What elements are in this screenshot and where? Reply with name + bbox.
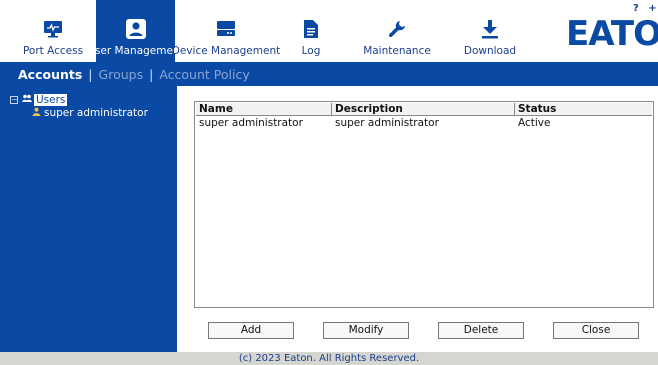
wrench-icon [387, 17, 407, 41]
column-header-description[interactable]: Description [332, 103, 515, 115]
tab-account-policy[interactable]: Account Policy [159, 67, 249, 82]
nav-maintenance[interactable]: Maintenance [362, 0, 432, 62]
users-group-icon [22, 94, 32, 106]
table-row[interactable]: super administrator super administrator … [196, 117, 652, 130]
nav-label: Download [463, 45, 517, 57]
delete-button[interactable]: Delete [438, 322, 524, 339]
cell-description: super administrator [335, 117, 439, 129]
nav-port-access[interactable]: Port Access [14, 0, 92, 62]
main-content: Name Description Status super administra… [177, 86, 658, 352]
tab-accounts[interactable]: Accounts [18, 67, 82, 82]
plus-icon[interactable]: + [648, 3, 656, 14]
accounts-table: Name Description Status super administra… [194, 101, 654, 308]
nav-label: User Management [87, 45, 184, 57]
tree-node-user[interactable]: super administrator [0, 107, 177, 119]
nav-user-management[interactable]: User Management [87, 0, 184, 62]
cell-name: super administrator [199, 117, 303, 129]
cell-status: Active [518, 117, 551, 129]
top-navigation: Port Access User Management Device Manag… [0, 0, 658, 62]
nav-label: Device Management [171, 45, 281, 57]
footer-copyright: (c) 2023 Eaton. All Rights Reserved. [0, 352, 658, 365]
column-header-name[interactable]: Name [196, 103, 332, 115]
device-icon [215, 17, 237, 41]
tab-separator: | [88, 66, 93, 82]
add-button[interactable]: Add [208, 322, 294, 339]
nav-label: Log [301, 45, 321, 57]
sub-navigation: Accounts | Groups | Account Policy [0, 62, 658, 86]
monitor-icon [43, 17, 63, 41]
document-icon [303, 17, 319, 41]
tree-node-users[interactable]: − Users [0, 94, 177, 106]
nav-label: Port Access [22, 45, 84, 57]
eaton-logo: EATON [566, 14, 658, 54]
download-icon [481, 17, 499, 41]
tab-separator: | [149, 66, 154, 82]
close-button[interactable]: Close [553, 322, 639, 339]
nav-download[interactable]: Download [460, 0, 520, 62]
table-header: Name Description Status [196, 103, 652, 116]
user-icon [125, 17, 147, 41]
nav-log[interactable]: Log [292, 0, 330, 62]
user-icon [32, 107, 41, 119]
tab-groups[interactable]: Groups [99, 67, 144, 82]
collapse-icon[interactable]: − [10, 96, 18, 104]
modify-button[interactable]: Modify [323, 322, 409, 339]
tree-label-user[interactable]: super administrator [44, 107, 148, 119]
column-header-status[interactable]: Status [515, 103, 652, 115]
nav-label: Maintenance [363, 45, 431, 57]
nav-device-management[interactable]: Device Management [172, 0, 280, 62]
help-icon[interactable]: ? [633, 3, 639, 14]
tree-label-users[interactable]: Users [34, 94, 68, 106]
corner-icons: ? + [633, 3, 657, 14]
user-tree: − Users super administrator [0, 86, 177, 352]
